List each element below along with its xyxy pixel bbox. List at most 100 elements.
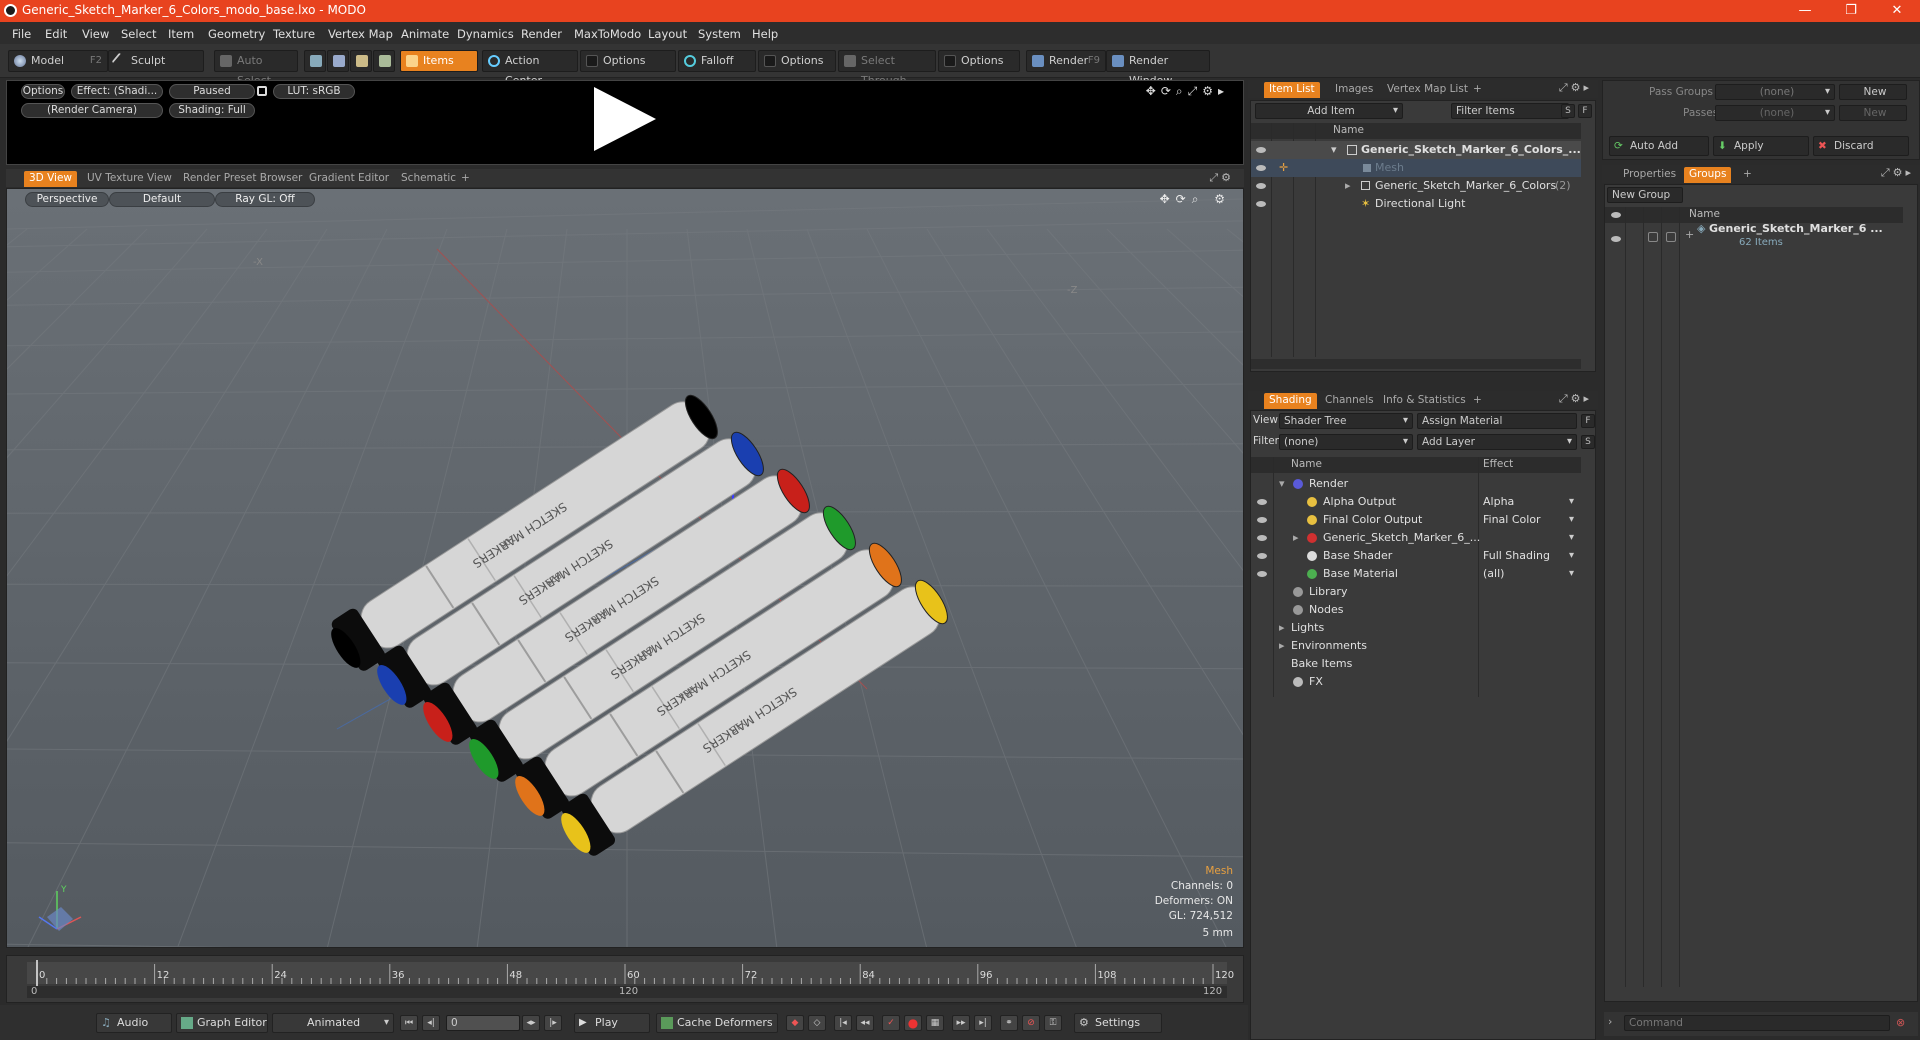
settings-button[interactable]: ⚙ Settings: [1074, 1013, 1162, 1033]
preview-lut-dropdown[interactable]: LUT: sRGB: [273, 84, 355, 99]
menu-file[interactable]: File: [12, 27, 31, 41]
falloff-options-button[interactable]: Options: [758, 50, 836, 72]
shader-row-effect[interactable]: (all): [1483, 565, 1504, 583]
menu-animate[interactable]: Animate: [401, 27, 449, 41]
model-mode-button[interactable]: Model F2: [8, 50, 108, 72]
prev-keyframe-button[interactable]: |◂: [834, 1015, 852, 1031]
visibility-eye-icon[interactable]: [1256, 165, 1266, 171]
command-expand-icon[interactable]: ›: [1608, 1015, 1612, 1028]
effect-dropdown-arrow-icon[interactable]: ▾: [1569, 493, 1574, 511]
item-list-s-button[interactable]: S: [1561, 104, 1575, 118]
restore-button[interactable]: ❐: [1828, 0, 1874, 22]
item-list-add-tab[interactable]: +: [1468, 82, 1487, 98]
shader-row-effect[interactable]: Full Shading: [1483, 547, 1550, 565]
range-start[interactable]: 0: [31, 986, 37, 997]
shader-row-effect[interactable]: Alpha: [1483, 493, 1514, 511]
visibility-eye-icon[interactable]: [1611, 236, 1621, 242]
action-center-options-button[interactable]: Options: [580, 50, 676, 72]
tab-vertex-map-list[interactable]: Vertex Map List: [1382, 82, 1473, 98]
sculpt-mode-button[interactable]: Sculpt: [108, 50, 204, 72]
command-stop-icon[interactable]: ⊗: [1896, 1016, 1905, 1029]
shader-row[interactable]: ▾ Render: [1251, 475, 1581, 493]
preview-shading-dropdown[interactable]: Shading: Full: [169, 103, 255, 118]
play-button[interactable]: ▶ Play: [574, 1013, 650, 1033]
menu-item[interactable]: Item: [168, 27, 194, 41]
tab-properties[interactable]: Properties: [1618, 167, 1681, 183]
add-layer-dropdown[interactable]: Add Layer: [1417, 434, 1577, 450]
item-row-group[interactable]: ▸ Generic_Sketch_Marker_6_Colors (2): [1251, 177, 1581, 195]
visibility-eye-icon[interactable]: [1257, 571, 1267, 577]
prev-key-button[interactable]: ◂|: [422, 1015, 440, 1031]
shader-row[interactable]: Bake Items: [1251, 655, 1581, 673]
auto-select-button[interactable]: Auto Select: [214, 50, 298, 87]
marker-group[interactable]: SKETCH MARKERS100 SKETCH MARKERSB29 SKETCH…: [322, 386, 956, 863]
play-preview-icon[interactable]: [594, 87, 656, 151]
shader-row[interactable]: Base Shader Full Shading ▾: [1251, 547, 1581, 565]
effect-dropdown-arrow-icon[interactable]: ▾: [1569, 529, 1574, 547]
next-frame-button[interactable]: ▸▸: [952, 1015, 970, 1031]
lock-icon[interactable]: [257, 86, 267, 96]
expand-arrow-icon[interactable]: ▾: [1279, 475, 1285, 493]
passes-dropdown[interactable]: (none): [1715, 105, 1835, 121]
discard-button[interactable]: ✖ Discard: [1813, 136, 1909, 156]
shader-row[interactable]: ▸ Lights: [1251, 619, 1581, 637]
item-list-scrollbar[interactable]: [1251, 359, 1581, 369]
shading-filter-dropdown[interactable]: (none): [1279, 434, 1413, 450]
new-pass-button[interactable]: New: [1839, 105, 1907, 121]
menu-edit[interactable]: Edit: [45, 27, 67, 41]
expand-arrow-icon[interactable]: ▸: [1293, 529, 1299, 547]
menu-dynamics[interactable]: Dynamics: [457, 27, 514, 41]
select-through-button[interactable]: Select Through: [838, 50, 936, 87]
record-button[interactable]: ●: [904, 1015, 922, 1031]
audio-button[interactable]: ♫ Audio: [96, 1013, 172, 1033]
range-mid[interactable]: 120: [619, 986, 638, 997]
tab-groups[interactable]: Groups: [1684, 167, 1732, 183]
new-pass-group-button[interactable]: New: [1839, 84, 1907, 100]
tab-gradient-editor[interactable]: Gradient Editor: [304, 171, 394, 187]
visibility-eye-icon[interactable]: [1257, 535, 1267, 541]
shading-add-tab[interactable]: +: [1468, 393, 1487, 409]
tab-channels[interactable]: Channels: [1320, 393, 1379, 409]
add-tab-button[interactable]: +: [456, 171, 475, 187]
groups-add-tab[interactable]: +: [1738, 167, 1757, 183]
auto-add-button[interactable]: ⟳ Auto Add: [1609, 136, 1709, 156]
preview-options-button[interactable]: Options: [21, 84, 65, 99]
shader-row-effect[interactable]: Final Color: [1483, 511, 1541, 529]
polygons-mode-button[interactable]: [350, 50, 372, 72]
viewport-tab-icons[interactable]: ⤢⚙: [1209, 171, 1234, 185]
shader-row[interactable]: Alpha Output Alpha ▾: [1251, 493, 1581, 511]
preview-camera-dropdown[interactable]: (Render Camera): [21, 103, 163, 118]
animated-dropdown[interactable]: Animated: [272, 1013, 394, 1033]
apply-button[interactable]: ⬇ Apply: [1713, 136, 1809, 156]
expand-arrow-icon[interactable]: ▸: [1279, 637, 1285, 655]
menu-geometry[interactable]: Geometry: [208, 27, 265, 41]
add-item-dropdown[interactable]: Add Item: [1255, 103, 1403, 119]
menu-help[interactable]: Help: [752, 27, 778, 41]
group-row[interactable]: + ◈ Generic_Sketch_Marker_6 ... 62 Items: [1605, 222, 1903, 254]
3d-viewport[interactable]: Perspective Default Ray GL: Off ✥⟳⌕ ⚙ -X…: [6, 188, 1244, 948]
tab-uv-texture-view[interactable]: UV Texture View: [82, 171, 177, 187]
visibility-eye-icon[interactable]: [1257, 499, 1267, 505]
minimize-button[interactable]: —: [1782, 0, 1828, 22]
menu-vertex-map[interactable]: Vertex Map: [328, 27, 393, 41]
key-icon[interactable]: ◆: [786, 1015, 804, 1031]
shader-tree-dropdown[interactable]: Shader Tree: [1279, 413, 1413, 429]
effect-dropdown-arrow-icon[interactable]: ▾: [1569, 547, 1574, 565]
next-key-button[interactable]: |▸: [544, 1015, 562, 1031]
menu-render[interactable]: Render: [521, 27, 562, 41]
item-list-panel-icons[interactable]: ⤢⚙▸: [1559, 81, 1592, 95]
assign-material-button[interactable]: Assign Material: [1417, 413, 1577, 429]
filter-items-field[interactable]: Filter Items: [1451, 103, 1569, 119]
next-keyframe-button[interactable]: ▸|: [974, 1015, 992, 1031]
auto-key-icon[interactable]: ✓: [882, 1015, 900, 1031]
visibility-eye-icon[interactable]: [1256, 147, 1266, 153]
falloff-button[interactable]: Falloff: [678, 50, 756, 72]
command-input[interactable]: Command: [1624, 1015, 1890, 1031]
group-lock-box[interactable]: [1648, 232, 1658, 242]
effect-dropdown-arrow-icon[interactable]: ▾: [1569, 511, 1574, 529]
expand-arrow-icon[interactable]: ▸: [1279, 619, 1285, 637]
preview-nav-icons[interactable]: ✥⟳⌕⤢⚙▸: [1146, 84, 1229, 99]
edges-mode-button[interactable]: [327, 50, 349, 72]
shader-row[interactable]: Final Color Output Final Color ▾: [1251, 511, 1581, 529]
materials-mode-button[interactable]: [373, 50, 395, 72]
